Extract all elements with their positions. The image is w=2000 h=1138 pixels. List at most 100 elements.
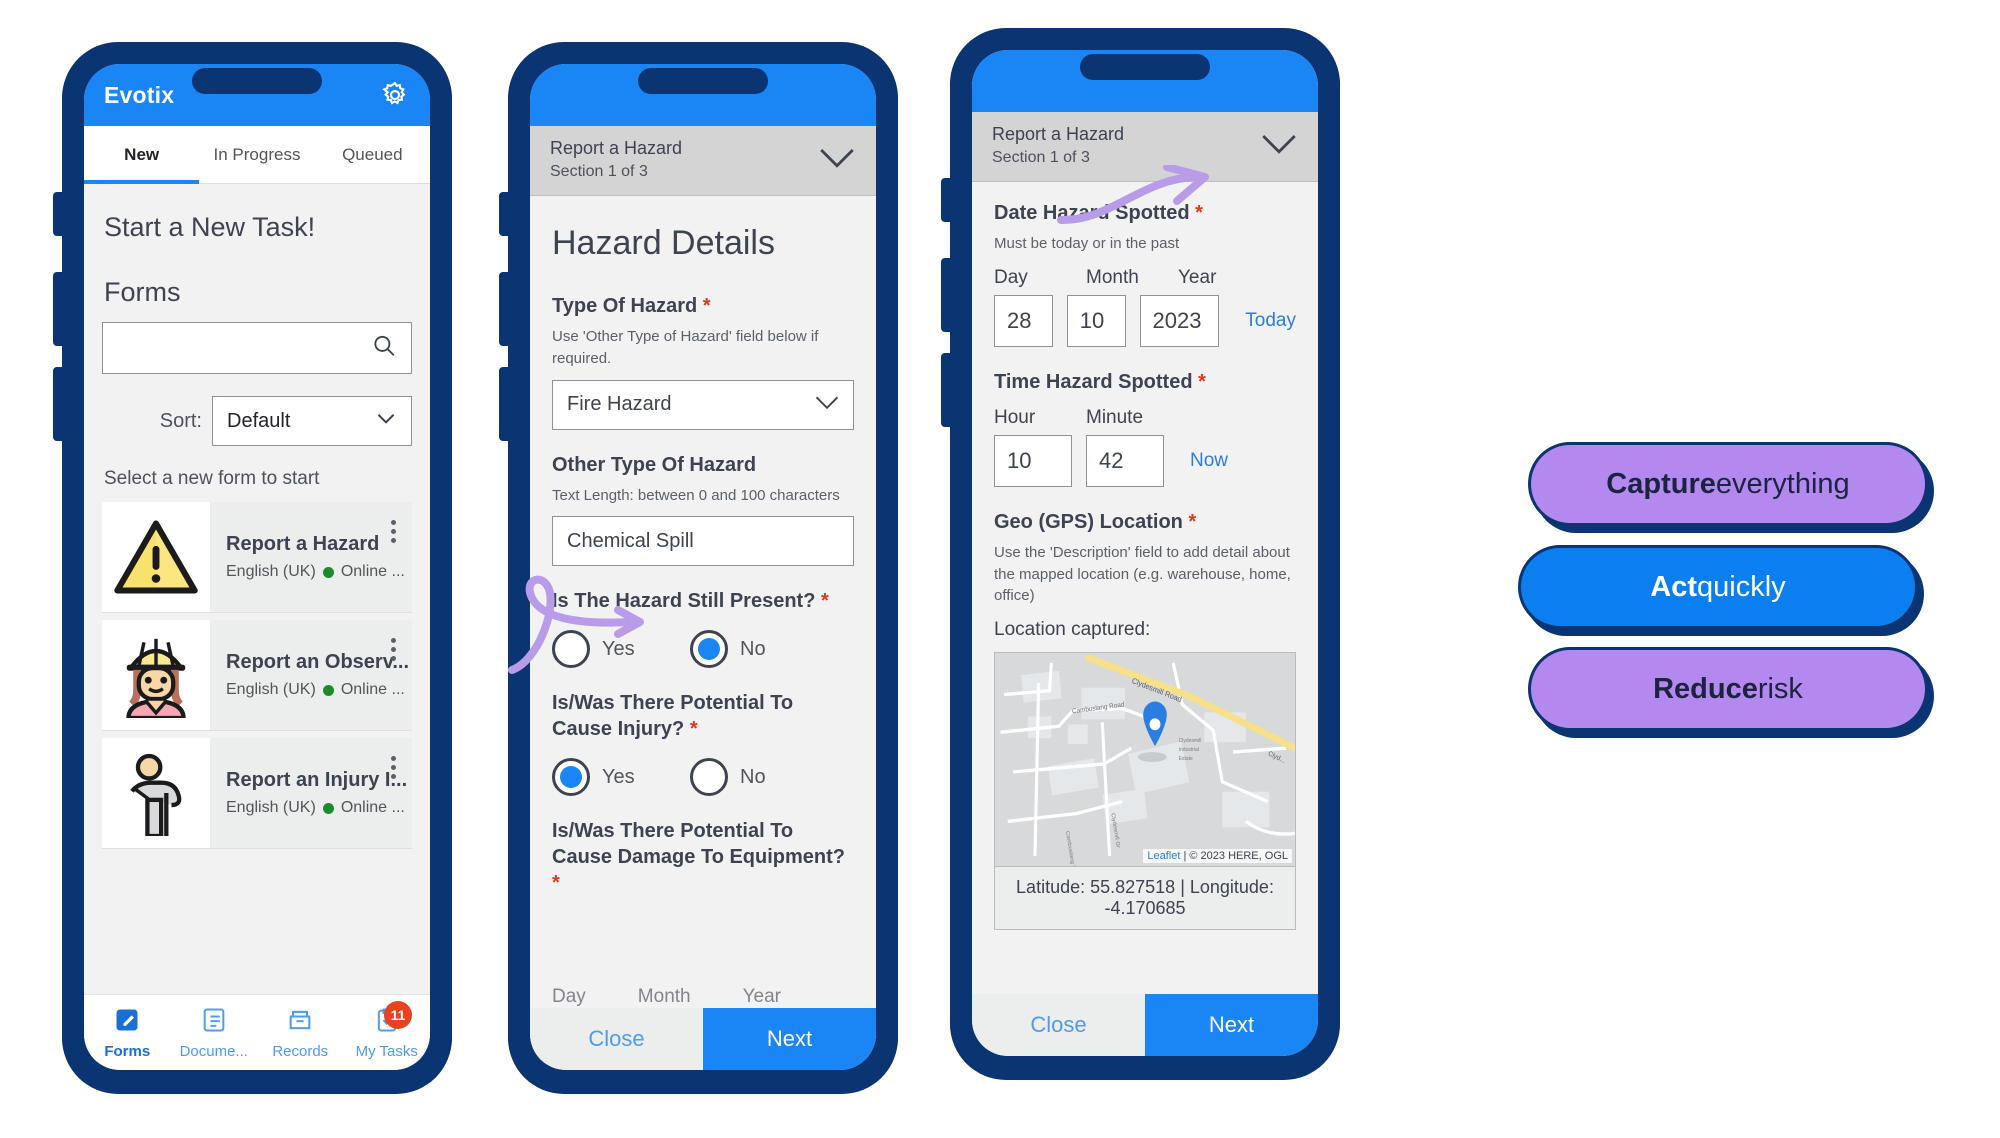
section-header[interactable]: Report a Hazard Section 1 of 3 xyxy=(530,126,876,196)
close-button[interactable]: Close xyxy=(530,1008,703,1070)
list-item-meta: Report an Injury I... English (UK) Onlin… xyxy=(210,738,412,848)
nav-item-records-label: Records xyxy=(272,1042,329,1060)
radio-option-no[interactable]: No xyxy=(690,630,810,669)
radio-option-yes[interactable]: Yes xyxy=(552,630,672,669)
bottom-navigation[interactable]: Forms Docume... Records 11 My Tasks xyxy=(84,994,430,1070)
required-marker: * xyxy=(702,295,711,317)
leaflet-link[interactable]: Leaflet xyxy=(1147,850,1180,862)
task-tabs[interactable]: New In Progress Queued xyxy=(84,126,430,184)
form-content: Date Hazard Spotted * Must be today or i… xyxy=(972,182,1318,994)
nav-item-forms[interactable]: Forms xyxy=(84,995,171,1070)
field-label-text: Is/Was There Potential To Cause Injury? xyxy=(552,692,794,741)
location-captured-label: Location captured: xyxy=(994,619,1151,640)
callout-reduce-risk: Reduce risk xyxy=(1528,647,1928,731)
list-item[interactable]: Report an Observ... English (UK) Online … xyxy=(102,620,412,730)
list-item-title: Report a Hazard xyxy=(226,533,380,555)
form-footer[interactable]: Close Next xyxy=(972,994,1318,1056)
page-title: Start a New Task! xyxy=(104,212,316,242)
year-label: Year xyxy=(1178,266,1217,288)
nav-item-my-tasks[interactable]: 11 My Tasks xyxy=(344,995,431,1070)
field-label: Time Hazard Spotted * xyxy=(994,369,1296,395)
required-marker: * xyxy=(552,872,560,895)
list-item-language: English (UK) xyxy=(226,799,316,816)
other-type-of-hazard-value: Chemical Spill xyxy=(567,529,694,552)
phone2-screen: Report a Hazard Section 1 of 3 Hazard De… xyxy=(530,64,876,1070)
next-button[interactable]: Next xyxy=(703,1008,876,1070)
map-attribution: Leaflet | © 2023 HERE, OGL xyxy=(1143,848,1292,863)
sort-value: Default xyxy=(227,409,291,432)
nav-item-records[interactable]: Records xyxy=(257,995,344,1070)
list-item[interactable]: Report an Injury I... English (UK) Onlin… xyxy=(102,738,412,848)
search-input[interactable] xyxy=(102,322,412,374)
year-input[interactable]: 2023 xyxy=(1139,294,1220,347)
field-help: Must be today or in the past xyxy=(994,235,1180,252)
list-item-menu-icon[interactable] xyxy=(391,520,396,543)
list-item[interactable]: Report a Hazard English (UK) Online ... xyxy=(102,502,412,612)
radio-icon[interactable] xyxy=(690,758,728,797)
phone-volume-down-button xyxy=(499,367,509,441)
hour-input[interactable]: 10 xyxy=(994,434,1072,487)
sort-select[interactable]: Default xyxy=(212,396,412,446)
next-button[interactable]: Next xyxy=(1145,994,1318,1056)
app-header: Evotix xyxy=(84,64,430,126)
ghost-month-label: Month xyxy=(637,986,691,1007)
field-help: Use 'Other Type of Hazard' field below i… xyxy=(552,328,819,367)
type-of-hazard-select[interactable]: Fire Hazard xyxy=(552,379,854,430)
radio-option-yes[interactable]: Yes xyxy=(552,758,672,797)
tab-in-progress-label: In Progress xyxy=(213,144,301,164)
section-header[interactable]: Report a Hazard Section 1 of 3 xyxy=(972,112,1318,182)
radio-icon[interactable] xyxy=(552,630,590,669)
sort-label: Sort: xyxy=(159,409,202,432)
radio-group[interactable]: Yes No xyxy=(552,758,854,797)
callout-strong: Act xyxy=(1650,570,1698,603)
list-item-status: Online ... xyxy=(340,799,405,816)
minute-input[interactable]: 42 xyxy=(1086,434,1164,487)
status-bar xyxy=(972,50,1318,112)
field-label: Is The Hazard Still Present? * xyxy=(552,588,854,614)
radio-icon[interactable] xyxy=(552,758,590,797)
tab-in-progress[interactable]: In Progress xyxy=(199,126,314,183)
tab-queued[interactable]: Queued xyxy=(315,126,430,183)
form-footer[interactable]: Close Next xyxy=(530,1008,876,1070)
required-marker: * xyxy=(1195,202,1203,224)
nav-item-documents[interactable]: Docume... xyxy=(171,995,258,1070)
now-link[interactable]: Now xyxy=(1190,450,1228,472)
radio-option-no[interactable]: No xyxy=(690,758,810,797)
field-label-text: Geo (GPS) Location xyxy=(994,510,1183,533)
phone-date-location: Report a Hazard Section 1 of 3 Date Haza… xyxy=(941,28,1340,1078)
radio-group[interactable]: Yes No xyxy=(552,630,854,669)
chevron-down-icon[interactable] xyxy=(1258,128,1300,163)
status-dot-icon xyxy=(322,802,334,814)
select-form-hint: Select a new form to start xyxy=(104,468,320,489)
gear-icon[interactable] xyxy=(380,80,410,110)
date-inputs[interactable]: 28 10 2023 Today xyxy=(994,294,1296,347)
ghost-day-label: Day xyxy=(552,986,586,1007)
list-item-menu-icon[interactable] xyxy=(391,756,396,779)
phone-volume-up-button xyxy=(941,258,951,332)
field-label: Other Type Of Hazard xyxy=(552,453,757,476)
time-inputs[interactable]: 10 42 Now xyxy=(994,434,1296,487)
field-help: Use the 'Description' field to add detai… xyxy=(994,543,1291,605)
day-input[interactable]: 28 xyxy=(994,294,1053,347)
list-item-menu-icon[interactable] xyxy=(391,638,396,661)
callout-rest: everything xyxy=(1715,467,1850,500)
today-link[interactable]: Today xyxy=(1245,310,1296,332)
chevron-down-icon xyxy=(813,392,841,418)
file-box-icon xyxy=(286,1006,314,1039)
sort-control[interactable]: Sort: Default xyxy=(102,396,412,446)
field-label-text: Date Hazard Spotted xyxy=(994,202,1190,224)
list-item-status: Online ... xyxy=(340,563,405,580)
required-marker: * xyxy=(689,718,698,741)
chevron-down-icon[interactable] xyxy=(816,142,858,177)
other-type-of-hazard-input[interactable]: Chemical Spill xyxy=(552,516,854,567)
field-potential-injury: Is/Was There Potential To Cause Injury? … xyxy=(552,690,854,797)
tab-new[interactable]: New xyxy=(84,126,200,184)
field-date-hazard-spotted: Date Hazard Spotted * Must be today or i… xyxy=(994,200,1296,347)
location-map[interactable]: Clydesmill Road Cambuslang Road Clydesmi… xyxy=(994,651,1296,867)
close-button[interactable]: Close xyxy=(972,994,1145,1056)
field-label-text: Time Hazard Spotted xyxy=(994,370,1193,393)
required-marker: * xyxy=(1198,370,1206,393)
type-of-hazard-value: Fire Hazard xyxy=(567,393,672,415)
radio-icon[interactable] xyxy=(690,630,728,669)
month-input[interactable]: 10 xyxy=(1066,294,1126,347)
